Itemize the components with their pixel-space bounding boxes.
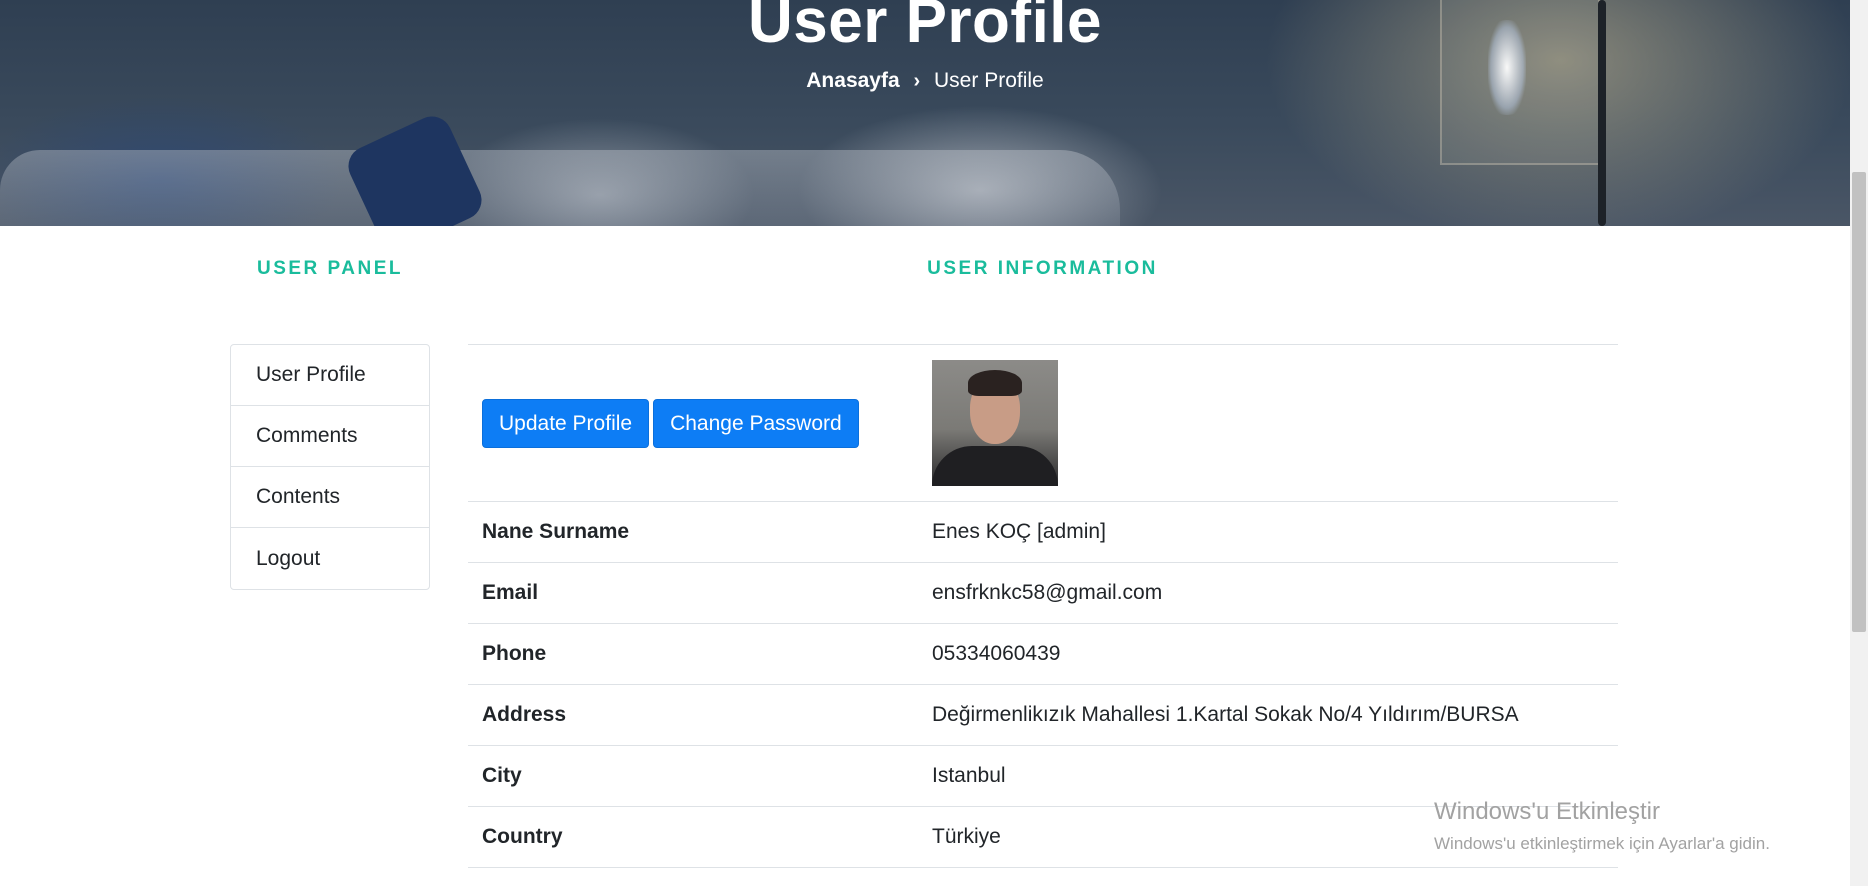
row-label: Email xyxy=(482,581,539,604)
breadcrumb: Anasayfa › User Profile xyxy=(0,69,1850,93)
avatar-body xyxy=(932,446,1058,486)
sidebar-item-user-profile[interactable]: User Profile xyxy=(231,345,429,406)
row-label: Nane Surname xyxy=(482,520,630,543)
name-value: Enes KOÇ [admin] xyxy=(932,520,1106,543)
row-label: Address xyxy=(482,703,567,726)
row-label: City xyxy=(482,764,522,787)
banner-pillow xyxy=(0,150,1120,226)
user-panel-heading: USER PANEL xyxy=(256,258,404,279)
avatar-cell xyxy=(932,345,1618,501)
breadcrumb-current: User Profile xyxy=(934,69,1044,92)
avatar xyxy=(932,360,1058,486)
sidebar-item-comments[interactable]: Comments xyxy=(231,406,429,467)
change-password-button[interactable]: Change Password xyxy=(653,398,859,448)
email-value: ensfrknkc58@gmail.com xyxy=(932,581,1163,604)
watermark-title: Windows'u Etkinleştir xyxy=(1434,798,1660,825)
user-information-heading: USER INFORMATION xyxy=(927,258,1158,279)
city-value: Istanbul xyxy=(932,764,1006,787)
address-value: Değirmenlikızık Mahallesi 1.Kartal Sokak… xyxy=(932,703,1519,726)
scrollbar-thumb[interactable] xyxy=(1852,172,1866,632)
user-info-table: Update Profile Change Password Nane Surn… xyxy=(468,344,1618,868)
profile-actions: Update Profile Change Password xyxy=(468,345,932,501)
page-title: User Profile xyxy=(747,0,1103,56)
phone-value: 05334060439 xyxy=(932,642,1061,665)
country-value: Türkiye xyxy=(932,825,1001,848)
table-row: Address Değirmenlikızık Mahallesi 1.Kart… xyxy=(468,685,1618,746)
sidebar-item-contents[interactable]: Contents xyxy=(231,467,429,528)
user-panel-menu: User Profile Comments Contents Logout xyxy=(230,344,430,590)
table-row: Email ensfrknkc58@gmail.com xyxy=(468,563,1618,624)
table-row: Update Profile Change Password xyxy=(468,345,1618,502)
row-label: Country xyxy=(482,825,563,848)
table-row: Nane Surname Enes KOÇ [admin] xyxy=(468,502,1618,563)
page-scrollbar[interactable] xyxy=(1850,0,1868,886)
sidebar-item-logout[interactable]: Logout xyxy=(231,528,429,589)
row-label: Phone xyxy=(482,642,547,665)
update-profile-button[interactable]: Update Profile xyxy=(482,398,650,448)
windows-activation-watermark: Windows'u Etkinleştir Windows'u etkinleş… xyxy=(1434,798,1770,854)
breadcrumb-home-link[interactable]: Anasayfa xyxy=(806,69,899,92)
avatar-hair xyxy=(968,370,1022,396)
table-row: Phone 05334060439 xyxy=(468,624,1618,685)
hero-banner: User Profile Anasayfa › User Profile xyxy=(0,0,1850,226)
watermark-subtitle: Windows'u etkinleştirmek için Ayarlar'a … xyxy=(1434,834,1770,853)
chevron-right-icon: › xyxy=(913,70,921,92)
